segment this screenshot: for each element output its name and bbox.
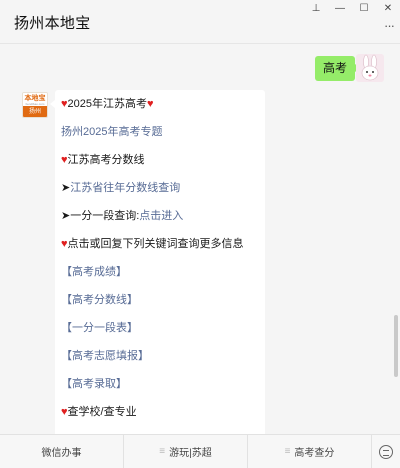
keyword-link-score[interactable]: 【高考成绩】 xyxy=(61,264,127,280)
close-icon[interactable]: ✕ xyxy=(376,0,400,16)
menu-tab-wechat-services[interactable]: 微信办事 xyxy=(0,435,124,468)
reply-title-line: ♥2025年江苏高考♥ xyxy=(61,98,154,110)
menu-list-icon: ≡ xyxy=(159,446,166,457)
menu-tab-travel[interactable]: ≡ 游玩|苏超 xyxy=(124,435,248,468)
arrow-icon: ➤ xyxy=(61,210,71,222)
avatar-logo-text: 本地宝 bendibao.com xyxy=(23,93,47,106)
keyboard-icon xyxy=(379,444,393,459)
avatar-city-label: 扬州 xyxy=(23,106,47,117)
bendibao-avatar[interactable]: 本地宝 bendibao.com 扬州 xyxy=(22,92,48,118)
history-score-line: ➤江苏省往年分数线查询 xyxy=(61,180,180,196)
minimize-icon[interactable]: — xyxy=(328,0,352,16)
keyword-link-admission[interactable]: 【高考录取】 xyxy=(61,376,127,392)
chat-area[interactable]: 高考 本地宝 bendibao.com 扬州 ♥2025年江苏高考♥ 扬州202… xyxy=(0,45,400,434)
score-line-heading: ♥江苏高考分数线 xyxy=(61,154,145,166)
arrow-icon: ➤ xyxy=(61,182,71,194)
chat-scrollbar[interactable] xyxy=(394,315,398,377)
rank-query-line: ➤一分一段查询:点击进入 xyxy=(61,210,184,222)
keyword-link-rank-table[interactable]: 【一分一段表】 xyxy=(61,320,138,336)
more-menu-icon[interactable]: ··· xyxy=(384,18,395,33)
window-controls: ⊥ — ☐ ✕ xyxy=(304,0,400,16)
chat-title: 扬州本地宝 xyxy=(14,15,91,32)
heart-icon: ♥ xyxy=(147,98,154,110)
bot-reply-bubble: ♥2025年江苏高考♥ 扬州2025年高考专题 ♥江苏高考分数线 ➤江苏省往年分… xyxy=(50,90,265,434)
topic-link[interactable]: 扬州2025年高考专题 xyxy=(61,124,162,140)
title-bar: 扬州本地宝 ⊥ — ☐ ✕ ··· xyxy=(0,0,400,44)
keyword-link-application[interactable]: 【高考志愿填报】 xyxy=(61,348,149,364)
user-message-bubble[interactable]: 高考 xyxy=(315,56,361,81)
rabbit-avatar-icon xyxy=(356,54,384,82)
school-major-line: ♥查学校/查专业 xyxy=(61,406,137,418)
menu-tab-gaokao-score[interactable]: ≡ 高考查分 xyxy=(248,435,372,468)
pin-icon[interactable]: ⊥ xyxy=(304,0,328,16)
user-avatar[interactable] xyxy=(356,54,384,82)
maximize-icon[interactable]: ☐ xyxy=(352,0,376,16)
enter-link[interactable]: 点击进入 xyxy=(139,210,183,222)
history-score-link[interactable]: 江苏省往年分数线查询 xyxy=(70,182,180,194)
keyboard-toggle-button[interactable] xyxy=(372,435,400,468)
menu-list-icon: ≡ xyxy=(284,446,291,457)
keyword-hint-line: ♥点击或回复下列关键词查询更多信息 xyxy=(61,238,244,250)
keyword-link-cutoff[interactable]: 【高考分数线】 xyxy=(61,292,138,308)
bottom-menu: 微信办事 ≡ 游玩|苏超 ≡ 高考查分 xyxy=(0,434,400,468)
